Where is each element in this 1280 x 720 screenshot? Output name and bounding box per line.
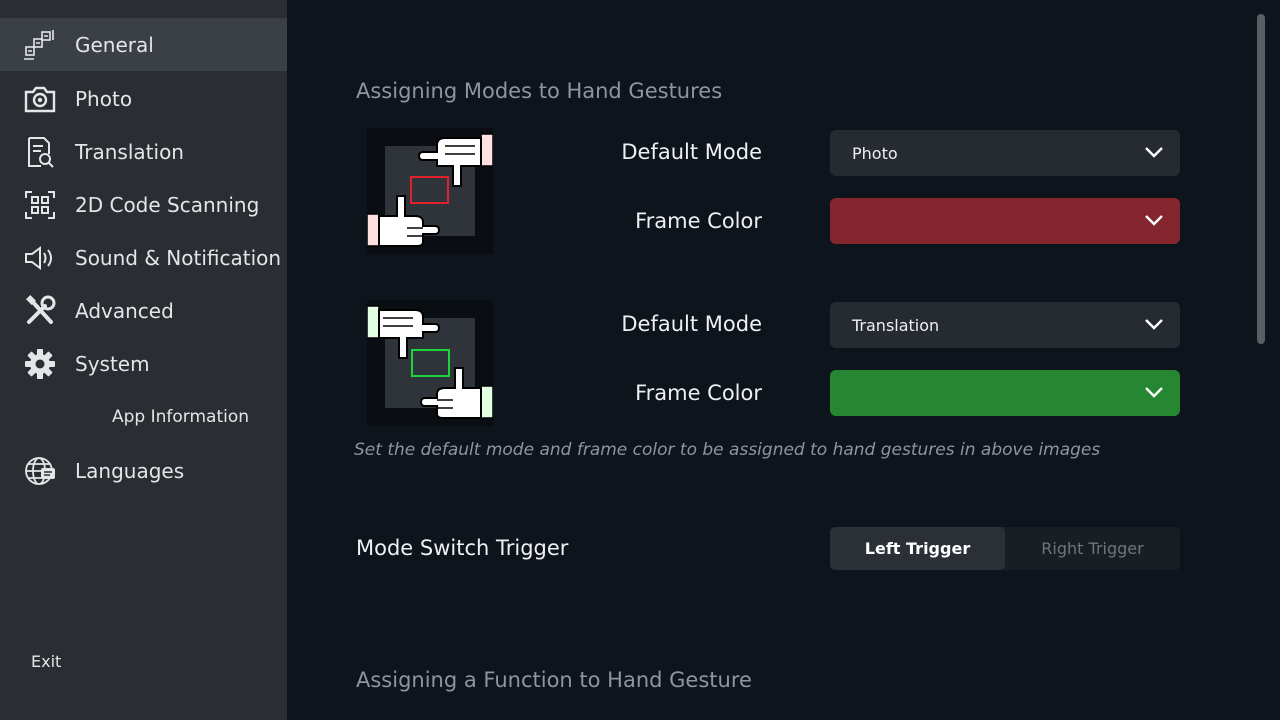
- sidebar-item-translation[interactable]: Translation: [0, 125, 287, 178]
- chevron-down-icon: [1145, 319, 1163, 330]
- qr-code-icon: [22, 189, 58, 221]
- sidebar-item-label: Advanced: [75, 299, 174, 323]
- sidebar-item-label: Photo: [75, 87, 133, 111]
- sidebar-item-advanced[interactable]: Advanced: [0, 284, 287, 337]
- dropdown-value: Translation: [852, 315, 940, 335]
- sidebar-item-sound-notification[interactable]: Sound & Notification: [0, 231, 287, 284]
- frame-color-dropdown-1[interactable]: [830, 198, 1180, 244]
- sidebar-item-languages[interactable]: Languages: [0, 444, 287, 497]
- sidebar: General Photo Translation 2D Code Scanni…: [0, 0, 287, 720]
- chevron-down-icon: [1145, 147, 1163, 158]
- default-mode-dropdown-1[interactable]: Photo: [830, 130, 1180, 176]
- sidebar-item-general[interactable]: General: [0, 18, 287, 71]
- sidebar-item-label: Sound & Notification: [75, 246, 282, 270]
- chevron-down-icon: [1145, 387, 1163, 398]
- dropdown-value: Photo: [852, 143, 898, 163]
- exit-button[interactable]: Exit: [31, 652, 61, 671]
- frame-color-label-2: Frame Color: [635, 381, 762, 405]
- camera-icon: [22, 83, 58, 115]
- sidebar-item-photo[interactable]: Photo: [0, 72, 287, 125]
- section-title-modes: Assigning Modes to Hand Gestures: [356, 79, 723, 103]
- globe-icon: [22, 455, 58, 487]
- gesture-image-1: [366, 128, 494, 254]
- gear-icon: [22, 348, 58, 380]
- sidebar-item-system[interactable]: System: [0, 337, 287, 390]
- default-mode-label-2: Default Mode: [621, 312, 762, 336]
- sidebar-item-label: System: [75, 352, 150, 376]
- sidebar-item-label: Languages: [75, 459, 185, 483]
- frame-color-label-1: Frame Color: [635, 209, 762, 233]
- gesture-hint-text: Set the default mode and frame color to …: [354, 440, 1101, 460]
- tools-icon: [22, 295, 58, 327]
- frame-color-dropdown-2[interactable]: [830, 370, 1180, 416]
- sidebar-item-label: 2D Code Scanning: [75, 193, 260, 217]
- default-mode-dropdown-2[interactable]: Translation: [830, 302, 1180, 348]
- general-settings-icon: [22, 29, 58, 61]
- gesture-image-2: [366, 300, 494, 426]
- left-trigger-option[interactable]: Left Trigger: [830, 527, 1005, 570]
- default-mode-label-1: Default Mode: [621, 140, 762, 164]
- document-search-icon: [22, 136, 58, 168]
- section-title-function: Assigning a Function to Hand Gesture: [356, 668, 752, 692]
- sidebar-item-2d-code-scanning[interactable]: 2D Code Scanning: [0, 178, 287, 231]
- mode-switch-trigger-label: Mode Switch Trigger: [356, 536, 569, 560]
- main-content: Assigning Modes to Hand Gestures Default…: [287, 0, 1280, 720]
- right-trigger-option[interactable]: Right Trigger: [1005, 527, 1180, 570]
- scrollbar[interactable]: [1257, 14, 1265, 344]
- sidebar-item-label: General: [75, 33, 154, 57]
- speaker-icon: [22, 242, 58, 274]
- chevron-down-icon: [1145, 215, 1163, 226]
- sidebar-item-app-information[interactable]: App Information: [0, 400, 287, 436]
- mode-switch-segmented-control: Left Trigger Right Trigger: [830, 527, 1180, 570]
- sidebar-item-label: Translation: [75, 140, 184, 164]
- sidebar-item-label: App Information: [112, 407, 250, 427]
